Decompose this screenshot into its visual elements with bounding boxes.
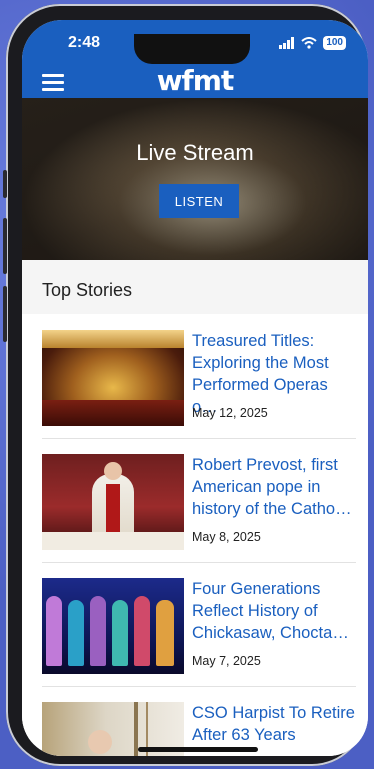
live-stream-hero: Live Stream LISTEN [22,98,368,260]
mute-switch [3,170,7,198]
home-indicator[interactable] [138,747,258,752]
battery-icon: 100 [323,36,346,50]
signal-icon [279,37,295,49]
listen-button[interactable]: LISTEN [159,184,239,218]
story-date: May 8, 2025 [192,530,261,544]
story-date: May 12, 2025 [192,406,268,420]
volume-up-button [3,218,7,274]
story-list: Treasured Titles: Exploring the Most Per… [22,314,368,756]
status-bar: 2:48 100 [22,34,368,64]
section-title: Top Stories [42,280,133,300]
story-item[interactable]: CSO Harpist To Retire After 63 Years [42,686,356,756]
story-item[interactable]: Four Generations Reflect History of Chic… [42,562,356,687]
wfmt-logo[interactable]: wfmt [22,64,368,97]
story-title[interactable]: CSO Harpist To Retire After 63 Years [192,702,356,746]
story-title[interactable]: Four Generations Reflect History of Chic… [192,578,356,644]
hero-title: Live Stream [136,140,254,165]
story-thumbnail-pope [42,454,184,550]
story-title[interactable]: Treasured Titles: Exploring the Most Per… [192,330,356,418]
dynamic-island [134,34,250,64]
status-time: 2:48 [68,34,101,51]
story-date: May 7, 2025 [192,654,261,668]
top-stories-header: Top Stories [22,260,368,314]
story-item[interactable]: Treasured Titles: Exploring the Most Per… [42,314,356,439]
phone-frame: 2:48 100 wfmt Live Stream LISTEN Top Sto… [3,4,368,766]
app-screen: 2:48 100 wfmt Live Stream LISTEN Top Sto… [22,20,368,756]
story-thumbnail-musicians [42,578,184,674]
status-icons: 100 [279,36,346,50]
story-title[interactable]: Robert Prevost, first American pope in h… [192,454,356,520]
volume-down-button [3,286,7,342]
story-thumbnail-opera-house [42,330,184,426]
story-item[interactable]: Robert Prevost, first American pope in h… [42,438,356,563]
wifi-icon [301,37,317,49]
app-bar: 2:48 100 wfmt [22,20,368,98]
